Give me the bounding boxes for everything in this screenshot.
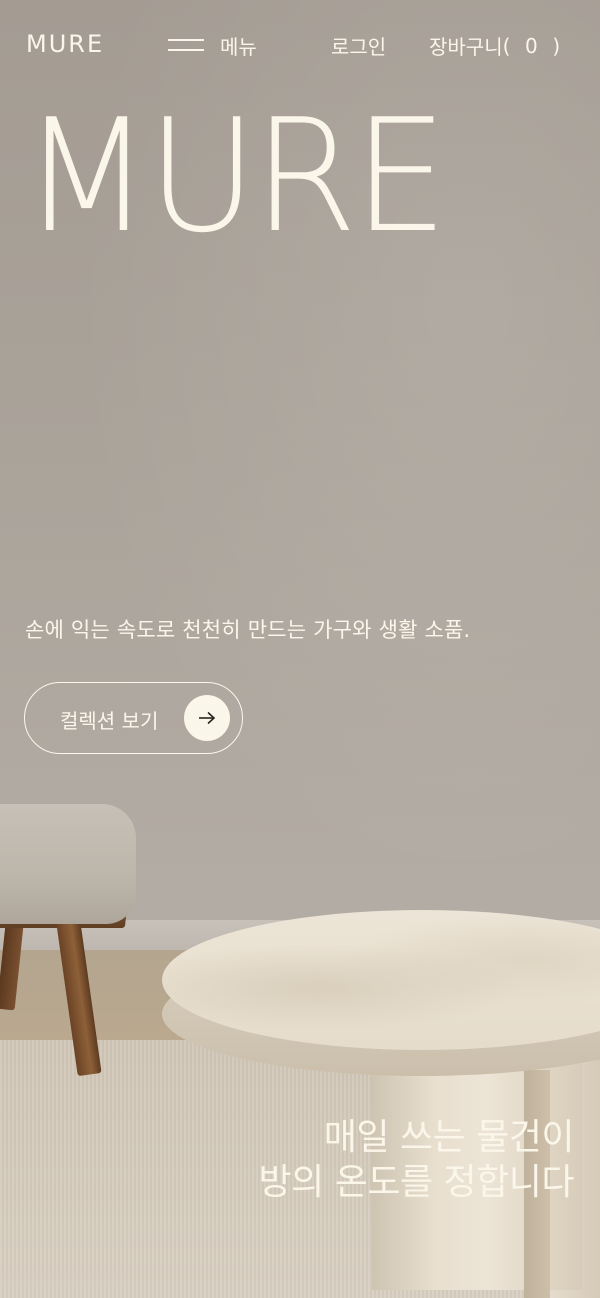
tagline-line-2: 방의 온도를 정합니다 xyxy=(258,1162,575,1203)
cart-link[interactable]: 장바구니 ( 0 ) xyxy=(429,31,560,60)
cart-open-paren: ( xyxy=(502,33,511,58)
hamburger-icon xyxy=(168,39,204,51)
hero-tagline: 매일 쓰는 물건이 방의 온도를 정합니다 xyxy=(258,1115,575,1205)
cart-close-paren: ) xyxy=(552,33,561,58)
cart-label: 장바구니 xyxy=(429,35,503,59)
arrow-right-icon xyxy=(184,695,230,741)
cart-count: 0 xyxy=(525,33,538,58)
tagline-line-1: 매일 쓰는 물건이 xyxy=(323,1117,575,1158)
hero-description: 손에 익는 속도로 천천히 만드는 가구와 생활 소품. xyxy=(25,618,471,642)
hero-title: MURE xyxy=(22,85,448,267)
view-collection-button[interactable]: 컬렉션 보기 xyxy=(24,682,243,754)
site-header: MURE 메뉴 로그인 장바구니 ( 0 ) xyxy=(0,0,600,90)
menu-label: 메뉴 xyxy=(220,34,257,59)
cta-label: 컬렉션 보기 xyxy=(60,709,159,733)
menu-button[interactable]: 메뉴 xyxy=(168,30,257,60)
header-logo[interactable]: MURE xyxy=(26,30,104,58)
chair-cushion xyxy=(0,804,136,924)
login-link[interactable]: 로그인 xyxy=(331,31,386,60)
